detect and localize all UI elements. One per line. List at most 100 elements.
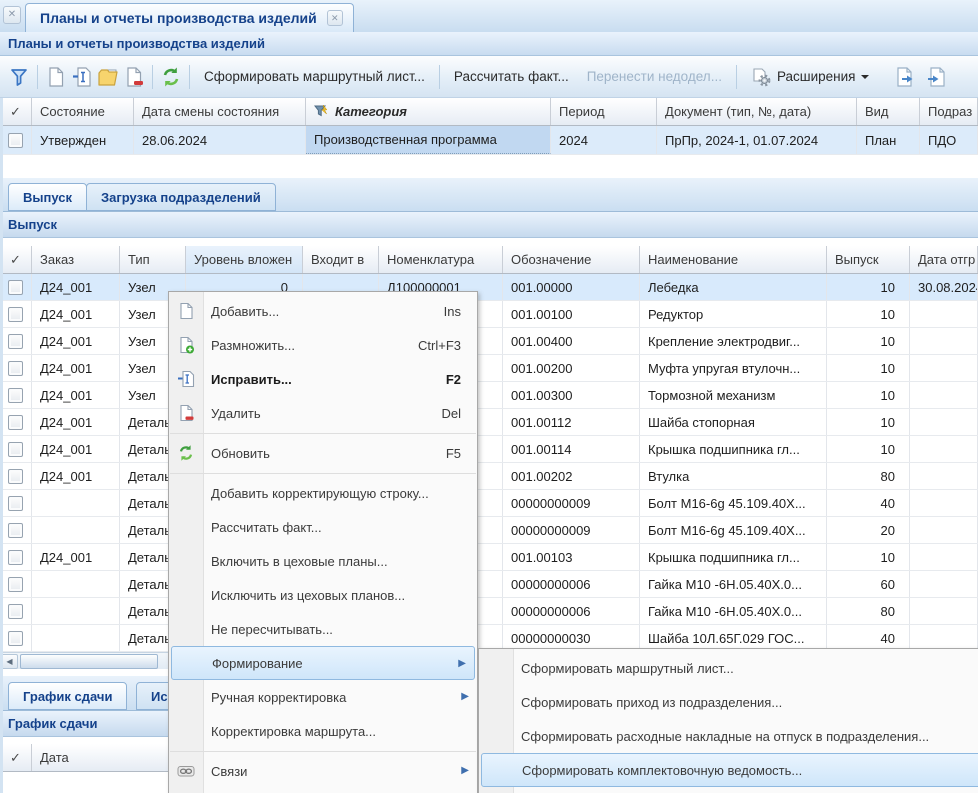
submenu-item[interactable]: Сформировать приход из подразделения... (479, 685, 978, 719)
row-checkbox-cell (0, 544, 32, 570)
context-menu-item[interactable]: Добавить корректирующую строку... (169, 476, 477, 510)
row-checkbox[interactable] (8, 388, 23, 403)
form-route-list-button[interactable]: Сформировать маршрутный лист... (195, 64, 434, 90)
row-checkbox[interactable] (8, 133, 23, 148)
calc-fact-button[interactable]: Рассчитать факт... (445, 64, 578, 90)
scrollbar-thumb[interactable] (20, 654, 158, 669)
column-header-nomenclature[interactable]: Номенклатура (379, 246, 503, 273)
export-button[interactable] (892, 64, 918, 90)
row-checkbox-cell (0, 355, 32, 381)
tab-zagruzka-podrazdelenij[interactable]: Загрузка подразделений (86, 183, 276, 211)
row-checkbox[interactable] (8, 577, 23, 592)
row-checkbox[interactable] (8, 361, 23, 376)
column-header-state-date[interactable]: Дата смены состояния (134, 98, 306, 125)
row-checkbox[interactable] (8, 307, 23, 322)
column-header-designation[interactable]: Обозначение (503, 246, 640, 273)
document-tab[interactable]: Планы и отчеты производства изделий ✕ (25, 3, 354, 32)
tab-close-button[interactable]: ✕ (327, 10, 343, 26)
column-header-qty[interactable]: Выпуск (827, 246, 910, 273)
add-document-button[interactable] (43, 64, 69, 90)
context-menu-item[interactable]: Корректировка маршрута... (169, 714, 477, 748)
edit-document-button[interactable] (69, 64, 95, 90)
tab-grafik-sdachi[interactable]: График сдачи (8, 682, 127, 710)
row-checkbox[interactable] (8, 496, 23, 511)
column-header-part-of[interactable]: Входит в (303, 246, 379, 273)
context-menu-item[interactable]: Ручная корректировка▶ (169, 680, 477, 714)
filter-button[interactable] (6, 64, 32, 90)
column-header-period[interactable]: Период (551, 98, 657, 125)
tab-vypusk[interactable]: Выпуск (8, 183, 87, 211)
column-header-state[interactable]: Состояние (32, 98, 134, 125)
cell-ship_date (910, 382, 978, 408)
context-menu-item[interactable]: Добавить...Ins (169, 294, 477, 328)
table-row[interactable]: Д24_001Узел0Д100000001001.00000Лебедка10… (0, 274, 978, 301)
refresh-button[interactable] (158, 64, 184, 90)
context-menu-item[interactable]: Исключить из цеховых планов... (169, 578, 477, 612)
table-row[interactable]: Д24_001Узел001.00200Муфта упругая втулоч… (0, 355, 978, 382)
row-checkbox-cell (0, 274, 32, 300)
context-menu-item[interactable]: Связи▶ (169, 754, 477, 788)
close-all-button[interactable]: ✕ (3, 6, 21, 24)
context-menu-item[interactable]: ОбновитьF5 (169, 436, 477, 470)
column-header-type[interactable]: Тип (120, 246, 186, 273)
column-header-ship-date[interactable]: Дата отгр (910, 246, 978, 273)
table-row[interactable]: Деталь00000000009Болт М16-6g 45.109.40Х.… (0, 490, 978, 517)
cell-name: Гайка М10 -6Н.05.40Х.0... (640, 571, 827, 597)
row-checkbox[interactable] (8, 334, 23, 349)
table-row[interactable]: Д24_001Деталь001.00202Втулка80 (0, 463, 978, 490)
row-checkbox[interactable] (8, 604, 23, 619)
table-row[interactable]: Д24_001Деталь001.00103Крышка подшипника … (0, 544, 978, 571)
table-row[interactable]: Деталь00000000006Гайка М10 -6Н.05.40Х.0.… (0, 598, 978, 625)
column-header-kind[interactable]: Вид (857, 98, 920, 125)
import-button[interactable] (924, 64, 950, 90)
submenu-item[interactable]: Сформировать маршрутный лист... (479, 651, 978, 685)
column-header-check[interactable]: ✓ (0, 98, 32, 125)
table-row[interactable]: Д24_001Деталь001.00112Шайба стопорная10 (0, 409, 978, 436)
table-row[interactable]: Деталь00000000009Болт М16-6g 45.109.40Х.… (0, 517, 978, 544)
submenu-item[interactable]: Сформировать расходные накладные на отпу… (479, 719, 978, 753)
column-header-level[interactable]: Уровень вложен (186, 246, 303, 273)
submenu-item[interactable]: Сформировать комплектовочную ведомость..… (481, 753, 978, 787)
column-header-category[interactable]: Категория (306, 98, 551, 125)
column-header-check[interactable]: ✓ (0, 246, 32, 273)
cell-name: Редуктор (640, 301, 827, 327)
refresh-icon (160, 66, 182, 88)
row-checkbox[interactable] (8, 280, 23, 295)
column-header-document[interactable]: Документ (тип, №, дата) (657, 98, 857, 125)
open-button[interactable] (95, 64, 121, 90)
cell-name: Болт М16-6g 45.109.40Х... (640, 517, 827, 543)
menu-item-label: Ручная корректировка (211, 690, 477, 705)
table-row[interactable]: Д24_001Узел001.00300Тормозной механизм10 (0, 382, 978, 409)
row-checkbox[interactable] (8, 469, 23, 484)
table-row[interactable]: Д24_001Узел001.00400Крепление электродви… (0, 328, 978, 355)
context-menu-item[interactable]: Не пересчитывать... (169, 612, 477, 646)
context-menu-item[interactable]: Включить в цеховые планы... (169, 544, 477, 578)
submenu-item[interactable] (479, 787, 978, 793)
column-header-order[interactable]: Заказ (32, 246, 120, 273)
context-menu-item[interactable]: УдалитьDel (169, 396, 477, 430)
context-menu-item[interactable]: Размножить...Ctrl+F3 (169, 328, 477, 362)
context-menu-item[interactable]: Формирование▶ (171, 646, 475, 680)
cell-designation: 00000000006 (503, 571, 640, 597)
scroll-left-button[interactable]: ◀ (1, 654, 18, 669)
row-checkbox[interactable] (8, 631, 23, 646)
table-row[interactable]: Д24_001Деталь001.00114Крышка подшипника … (0, 436, 978, 463)
menu-item-label: Рассчитать факт... (211, 520, 477, 535)
context-menu-item[interactable]: Исправить...F2 (169, 362, 477, 396)
table-row[interactable]: Деталь00000000006Гайка М10 -6Н.05.40Х.0.… (0, 571, 978, 598)
row-checkbox[interactable] (8, 442, 23, 457)
column-header-name[interactable]: Наименование (640, 246, 827, 273)
column-header-check[interactable]: ✓ (0, 744, 32, 771)
row-checkbox[interactable] (8, 523, 23, 538)
new-document-icon (45, 66, 67, 88)
extensions-button[interactable]: Расширения (742, 64, 879, 90)
column-header-department[interactable]: Подраз (920, 98, 978, 125)
delete-document-button[interactable] (121, 64, 147, 90)
page-title: Планы и отчеты производства изделий (0, 32, 978, 56)
table-row[interactable]: Д24_001Узел001.00100Редуктор10 (0, 301, 978, 328)
context-menu-item[interactable]: Рассчитать факт... (169, 510, 477, 544)
row-checkbox[interactable] (8, 415, 23, 430)
row-checkbox[interactable] (8, 550, 23, 565)
context-menu-item[interactable] (169, 788, 477, 793)
table-row[interactable]: Утвержден 28.06.2024 Производственная пр… (0, 126, 978, 155)
